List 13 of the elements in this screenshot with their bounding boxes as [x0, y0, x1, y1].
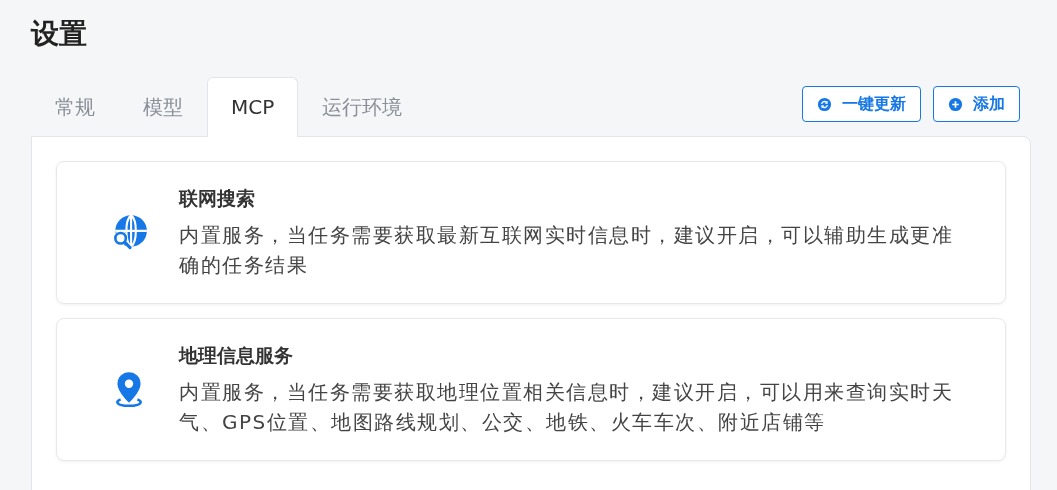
tab[interactable]: MCP	[207, 77, 299, 137]
action-button[interactable]: 添加	[933, 86, 1020, 122]
action-button[interactable]: 一键更新	[802, 86, 921, 122]
service-title: 地理信息服务	[179, 342, 294, 368]
refresh-icon	[817, 96, 832, 112]
tab[interactable]: 常规	[31, 77, 119, 136]
add-icon	[948, 96, 963, 112]
tab[interactable]: 运行环境	[298, 77, 427, 136]
service-description: 内置服务，当任务需要获取地理位置相关信息时，建议开启，可以用来查询实时天气、GPS位置、地图路线规划、公交、地铁、火车车次、附近店铺等	[179, 378, 954, 436]
service-description: 内置服务，当任务需要获取最新互联网实时信息时，建议开启，可以辅助生成更准确的任务结果	[179, 221, 954, 279]
page-title: 设置	[31, 16, 88, 52]
tab[interactable]: 模型	[119, 77, 207, 136]
service-title: 联网搜索	[179, 185, 256, 211]
